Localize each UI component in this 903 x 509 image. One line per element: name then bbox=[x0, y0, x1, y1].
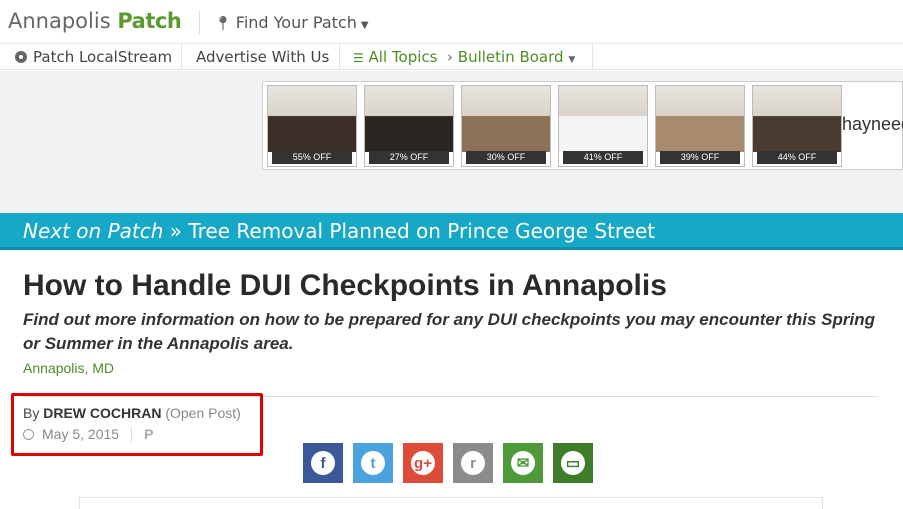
nav-divider bbox=[181, 44, 182, 70]
discount-label: 55% OFF bbox=[272, 151, 352, 164]
content-box bbox=[79, 497, 823, 509]
chevron-right-icon: › bbox=[447, 48, 453, 66]
reddit-icon: r bbox=[461, 451, 485, 475]
logo-town: Annapolis bbox=[8, 9, 111, 33]
ad-banner[interactable]: hayneed 55% OFF 27% OFF 30% OFF 41% OFF 39% … bbox=[262, 81, 903, 170]
next-on-patch-lead: Next on Patch bbox=[23, 219, 164, 243]
furniture-image bbox=[268, 86, 356, 152]
discount-label: 39% OFF bbox=[660, 151, 740, 164]
facebook-icon: f bbox=[311, 451, 335, 475]
discount-label: 44% OFF bbox=[757, 151, 837, 164]
top-bar: Annapolis Patch 📍︎ Find Your Patch ▼ bbox=[0, 0, 903, 44]
chevron-down-icon: ▼ bbox=[360, 20, 369, 31]
find-patch-label: Find Your Patch bbox=[235, 13, 357, 32]
share-facebook-button[interactable]: f bbox=[303, 443, 343, 483]
share-google-plus-button[interactable]: g+ bbox=[403, 443, 443, 483]
article-headline: How to Handle DUI Checkpoints in Annapol… bbox=[23, 269, 667, 302]
map-pin-icon: 📍︎ bbox=[214, 16, 232, 32]
share-reddit-button[interactable]: r bbox=[453, 443, 493, 483]
nav-divider bbox=[592, 44, 593, 70]
google-plus-icon: g+ bbox=[411, 451, 435, 475]
article-location[interactable]: Annapolis, MD bbox=[23, 360, 114, 376]
furniture-image bbox=[365, 86, 453, 152]
nav-all-topics-label: All Topics bbox=[368, 48, 438, 66]
ad-product-tile[interactable]: 44% OFF bbox=[752, 85, 842, 167]
next-on-patch-banner[interactable]: Next on Patch » Tree Removal Planned on … bbox=[0, 213, 903, 250]
ad-product-tile[interactable]: 30% OFF bbox=[461, 85, 551, 167]
find-your-patch-dropdown[interactable]: 📍︎ Find Your Patch ▼ bbox=[214, 12, 369, 37]
comment-icon: ▭ bbox=[561, 451, 585, 475]
nav-advertise[interactable]: Advertise With Us bbox=[196, 44, 329, 70]
discount-label: 41% OFF bbox=[563, 151, 643, 164]
nav-localstream[interactable]: Patch LocalStream bbox=[15, 44, 172, 70]
highlight-box bbox=[11, 393, 263, 456]
nav-bar: Patch LocalStream Advertise With Us ☰ Al… bbox=[0, 44, 903, 70]
next-separator: » bbox=[169, 219, 183, 243]
header-divider bbox=[199, 11, 200, 35]
discount-label: 30% OFF bbox=[466, 151, 546, 164]
nav-bulletin-board[interactable]: › Bulletin Board ▼ bbox=[447, 44, 575, 70]
share-email-button[interactable]: ✉ bbox=[503, 443, 543, 483]
furniture-image bbox=[559, 86, 647, 152]
location-icon bbox=[15, 51, 27, 63]
ad-product-tile[interactable]: 39% OFF bbox=[655, 85, 745, 167]
email-icon: ✉ bbox=[511, 451, 535, 475]
article-dek: Find out more information on how to be p… bbox=[23, 310, 875, 353]
ad-product-tile[interactable]: 41% OFF bbox=[558, 85, 648, 167]
furniture-image bbox=[462, 86, 550, 152]
nav-divider bbox=[339, 44, 340, 70]
nav-localstream-label: Patch LocalStream bbox=[33, 48, 173, 66]
ad-brand: hayneed bbox=[842, 114, 903, 134]
share-comment-button[interactable]: ▭ bbox=[553, 443, 593, 483]
furniture-image bbox=[656, 86, 744, 152]
ad-product-tile[interactable]: 27% OFF bbox=[364, 85, 454, 167]
nav-bulletin-board-label: Bulletin Board bbox=[457, 48, 564, 66]
logo-brand: Patch bbox=[117, 9, 182, 33]
nav-all-topics[interactable]: ☰ All Topics bbox=[353, 44, 437, 70]
next-article-title[interactable]: Tree Removal Planned on Prince George St… bbox=[188, 219, 655, 243]
chevron-down-icon: ▼ bbox=[568, 55, 576, 65]
site-logo[interactable]: Annapolis Patch bbox=[8, 7, 182, 35]
share-twitter-button[interactable]: t bbox=[353, 443, 393, 483]
ad-area: hayneed 55% OFF 27% OFF 30% OFF 41% OFF 39% … bbox=[0, 71, 903, 213]
furniture-image bbox=[753, 86, 841, 152]
twitter-icon: t bbox=[361, 451, 385, 475]
discount-label: 27% OFF bbox=[369, 151, 449, 164]
ad-product-tile[interactable]: 55% OFF bbox=[267, 85, 357, 167]
list-icon: ☰ bbox=[353, 51, 364, 65]
